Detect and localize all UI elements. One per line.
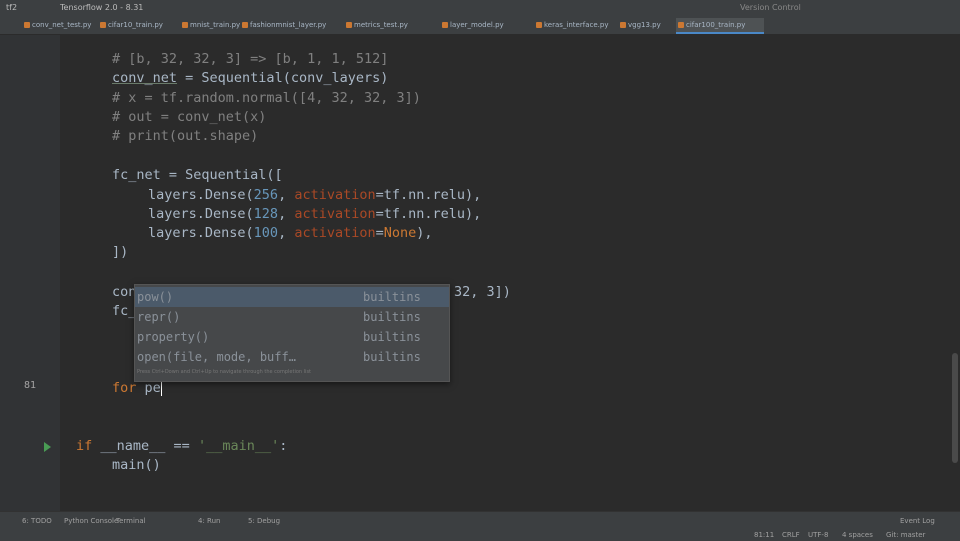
indent-setting[interactable]: 4 spaces <box>842 531 873 539</box>
code-line: if __name__ == '__main__': <box>76 438 288 454</box>
completion-item[interactable]: open(file, mode, buff… builtins <box>135 347 449 367</box>
code-line: main() <box>112 457 161 473</box>
completion-item[interactable]: property() builtins <box>135 327 449 347</box>
editor-tab[interactable]: layer_model.py <box>440 18 530 32</box>
title-bar: tf2 Tensorflow 2.0 - 8.31 Version Contro… <box>0 0 960 16</box>
project-label: tf2 <box>6 3 18 12</box>
code-line: conv_net = Sequential(conv_layers) <box>112 70 389 86</box>
event-log-button[interactable]: Event Log <box>900 517 935 525</box>
editor-tab-active[interactable]: cifar100_train.py <box>676 18 764 34</box>
editor-tab[interactable]: metrics_test.py <box>344 18 426 32</box>
python-file-icon <box>24 22 30 28</box>
editor-tab-bar: conv_net_test.py cifar10_train.py mnist_… <box>0 16 960 35</box>
tool-window-python-console[interactable]: Python Console <box>64 517 118 525</box>
code-line: layers.Dense(256, activation=tf.nn.relu)… <box>148 187 482 203</box>
editor-tab[interactable]: fashionmnist_layer.py <box>240 18 330 32</box>
autocomplete-popup: pow() builtins repr() builtins property() b… <box>134 284 450 382</box>
cursor-position[interactable]: 81:11 <box>754 531 774 539</box>
code-line: con <box>112 284 137 300</box>
code-editor[interactable]: # [b, 32, 32, 3] => [b, 1, 1, 512] conv_… <box>60 35 950 511</box>
code-line: # print(out.shape) <box>112 128 259 144</box>
vcs-branch[interactable]: Git: master <box>886 531 925 539</box>
file-encoding[interactable]: UTF-8 <box>808 531 828 539</box>
text-caret <box>160 380 162 396</box>
code-line: ]) <box>112 244 129 260</box>
python-file-icon <box>442 22 448 28</box>
window-title: Tensorflow 2.0 - 8.31 <box>60 3 144 12</box>
code-line-tail: 32, 3]) <box>454 284 511 300</box>
editor-tab[interactable]: keras_interface.py <box>534 18 616 32</box>
editor-tab[interactable]: vgg13.py <box>618 18 672 32</box>
tool-window-run[interactable]: 4: Run <box>198 517 220 525</box>
code-line: layers.Dense(100, activation=None), <box>148 225 433 241</box>
vcs-label[interactable]: Version Control <box>740 0 801 16</box>
scrollbar-thumb[interactable] <box>952 353 958 463</box>
python-file-icon <box>242 22 248 28</box>
code-line: # x = tf.random.normal([4, 32, 32, 3]) <box>112 90 421 106</box>
code-line: layers.Dense(128, activation=tf.nn.relu)… <box>148 206 482 222</box>
code-line: # out = conv_net(x) <box>112 109 267 125</box>
tool-window-terminal[interactable]: Terminal <box>116 517 146 525</box>
completion-item[interactable]: pow() builtins <box>135 287 449 307</box>
status-bar: 6: TODO Python Console Terminal 4: Run 5… <box>0 511 960 541</box>
python-file-icon <box>182 22 188 28</box>
code-line: fc_net = Sequential([ <box>112 167 283 183</box>
python-file-icon <box>100 22 106 28</box>
current-line-number: 81 <box>23 380 36 391</box>
python-file-icon <box>346 22 352 28</box>
run-gutter-icon[interactable] <box>44 442 51 452</box>
editor-tab[interactable]: mnist_train.py <box>180 18 240 32</box>
python-file-icon <box>620 22 626 28</box>
python-file-icon <box>536 22 542 28</box>
vertical-scrollbar[interactable] <box>950 35 960 511</box>
line-separator[interactable]: CRLF <box>782 531 800 539</box>
completion-item[interactable]: repr() builtins <box>135 307 449 327</box>
code-line: # [b, 32, 32, 3] => [b, 1, 1, 512] <box>112 51 389 67</box>
line-number-gutter[interactable]: 81 <box>0 35 60 511</box>
editor-tab[interactable]: cifar10_train.py <box>98 18 176 32</box>
python-file-icon <box>678 22 684 28</box>
completion-hint: Press Ctrl+Down and Ctrl+Up to navigate … <box>137 369 312 375</box>
editor-tab[interactable]: conv_net_test.py <box>22 18 92 32</box>
tool-window-todo[interactable]: 6: TODO <box>22 517 52 525</box>
tool-window-debug[interactable]: 5: Debug <box>248 517 280 525</box>
code-line: fc_ <box>112 303 137 319</box>
